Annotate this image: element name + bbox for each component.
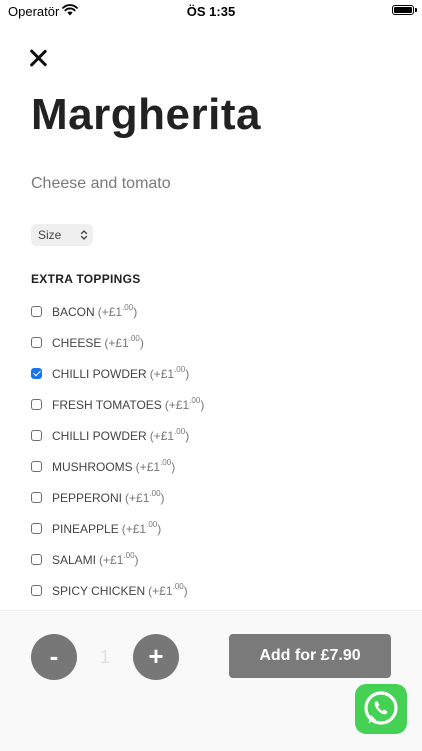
topping-name: CHILLI POWDER (52, 366, 147, 381)
price-minor: .00 (174, 427, 186, 436)
topping-item[interactable]: CHILLI POWDER (+ £1.00) (31, 420, 204, 451)
price-currency: £ (132, 521, 140, 536)
topping-name: FRESH TOMATOES (52, 397, 162, 412)
topping-name: SALAMI (52, 552, 97, 567)
topping-item[interactable]: PINEAPPLE (+ £1.00) (31, 513, 204, 544)
price-open: (+ (149, 428, 161, 443)
price-open: (+ (149, 366, 161, 381)
price-major: 1 (142, 490, 150, 505)
size-select[interactable]: Size (31, 224, 93, 246)
price-currency: £ (146, 459, 154, 474)
topping-name: BACON (52, 304, 95, 319)
price-minor: .00 (123, 551, 135, 560)
price-minor: .00 (128, 334, 140, 343)
price-close: ) (171, 459, 176, 474)
checkbox[interactable] (31, 554, 42, 565)
price-close: ) (157, 521, 162, 536)
price-major: 1 (122, 335, 129, 350)
topping-item[interactable]: PEPPERONI (+ £1.00) (31, 482, 204, 513)
price-close: ) (139, 335, 144, 350)
product-title: Margherita (31, 90, 261, 139)
price-close: ) (160, 490, 165, 505)
topping-name: PEPPERONI (52, 490, 123, 505)
price-open: (+ (104, 335, 116, 350)
price-minor: .00 (146, 520, 158, 529)
price-currency: £ (110, 552, 117, 567)
price-major: 1 (153, 459, 161, 474)
topping-item[interactable]: SALAMI (+ £1.00) (31, 544, 204, 575)
topping-item[interactable]: BACON (+ £1.00) (31, 296, 204, 327)
price-major: 1 (115, 304, 123, 319)
topping-name: CHEESE (52, 335, 102, 350)
status-time: ÖS 1:35 (186, 4, 236, 19)
price-close: ) (185, 366, 190, 381)
checkbox[interactable] (31, 430, 42, 441)
topping-item[interactable]: CHILLI POWDER (+ £1.00) (31, 358, 204, 389)
price-open: (+ (99, 552, 111, 567)
topping-item[interactable]: CHEESE (+ £1.00) (31, 327, 204, 358)
checkbox[interactable] (31, 399, 42, 410)
price-minor: .00 (149, 489, 161, 498)
add-to-order-button[interactable]: Add for £7.90 (229, 634, 391, 678)
price-major: 1 (182, 397, 190, 412)
topping-item[interactable]: SPICY CHICKEN (+ £1.00) (31, 575, 204, 606)
price-open: (+ (148, 583, 160, 598)
topping-name: CHILLI POWDER (52, 428, 147, 443)
price-currency: £ (136, 490, 143, 505)
price-open: (+ (125, 490, 137, 505)
price-minor: .00 (174, 365, 186, 374)
status-bar: Operatör ÖS 1:35 (0, 0, 422, 22)
price-open: (+ (121, 521, 133, 536)
chevron-up-down-icon (80, 230, 88, 240)
price-major: 1 (165, 583, 173, 598)
checkbox[interactable] (31, 585, 42, 596)
price-major: 1 (139, 521, 147, 536)
topping-item[interactable]: FRESH TOMATOES (+ £1.00) (31, 389, 204, 420)
price-currency: £ (160, 428, 168, 443)
price-open: (+ (135, 459, 147, 474)
size-select-label: Size (38, 228, 62, 242)
price-minor: .00 (122, 303, 134, 312)
price-currency: £ (159, 583, 166, 598)
price-major: 1 (167, 428, 175, 443)
checkbox[interactable] (31, 306, 42, 317)
decrease-quantity-button[interactable]: - (31, 634, 77, 680)
price-open: (+ (97, 304, 109, 319)
price-close: ) (133, 304, 138, 319)
whatsapp-button[interactable] (355, 684, 407, 734)
price-close: ) (200, 397, 205, 412)
price-close: ) (134, 552, 139, 567)
checkbox[interactable] (31, 337, 42, 348)
topping-name: MUSHROOMS (52, 459, 133, 474)
checkbox[interactable] (31, 523, 42, 534)
price-minor: .00 (172, 582, 184, 591)
price-currency: £ (175, 397, 183, 412)
price-close: ) (183, 583, 188, 598)
quantity-value: 1 (99, 647, 110, 667)
battery-icon (392, 5, 417, 15)
product-description: Cheese and tomato (31, 175, 171, 192)
price-currency: £ (115, 335, 123, 350)
checkbox[interactable] (31, 461, 42, 472)
whatsapp-icon (364, 691, 398, 725)
checkbox-checked[interactable] (31, 368, 42, 379)
price-minor: .00 (160, 458, 172, 467)
price-major: 1 (116, 552, 124, 567)
price-currency: £ (108, 304, 116, 319)
price-major: 1 (167, 366, 175, 381)
extra-toppings-heading: EXTRA TOPPINGS (31, 272, 141, 286)
increase-quantity-button[interactable]: + (133, 634, 179, 680)
topping-name: PINEAPPLE (52, 521, 119, 536)
checkbox[interactable] (31, 492, 42, 503)
price-close: ) (185, 428, 190, 443)
price-open: (+ (164, 397, 176, 412)
price-currency: £ (160, 366, 168, 381)
close-button[interactable] (26, 46, 50, 70)
price-minor: .00 (189, 396, 201, 405)
topping-name: SPICY CHICKEN (52, 583, 146, 598)
toppings-list: BACON (+ £1.00) CHEESE (+ £1.00) CHILLI POWDER… (31, 296, 204, 606)
topping-item[interactable]: MUSHROOMS (+ £1.00) (31, 451, 204, 482)
